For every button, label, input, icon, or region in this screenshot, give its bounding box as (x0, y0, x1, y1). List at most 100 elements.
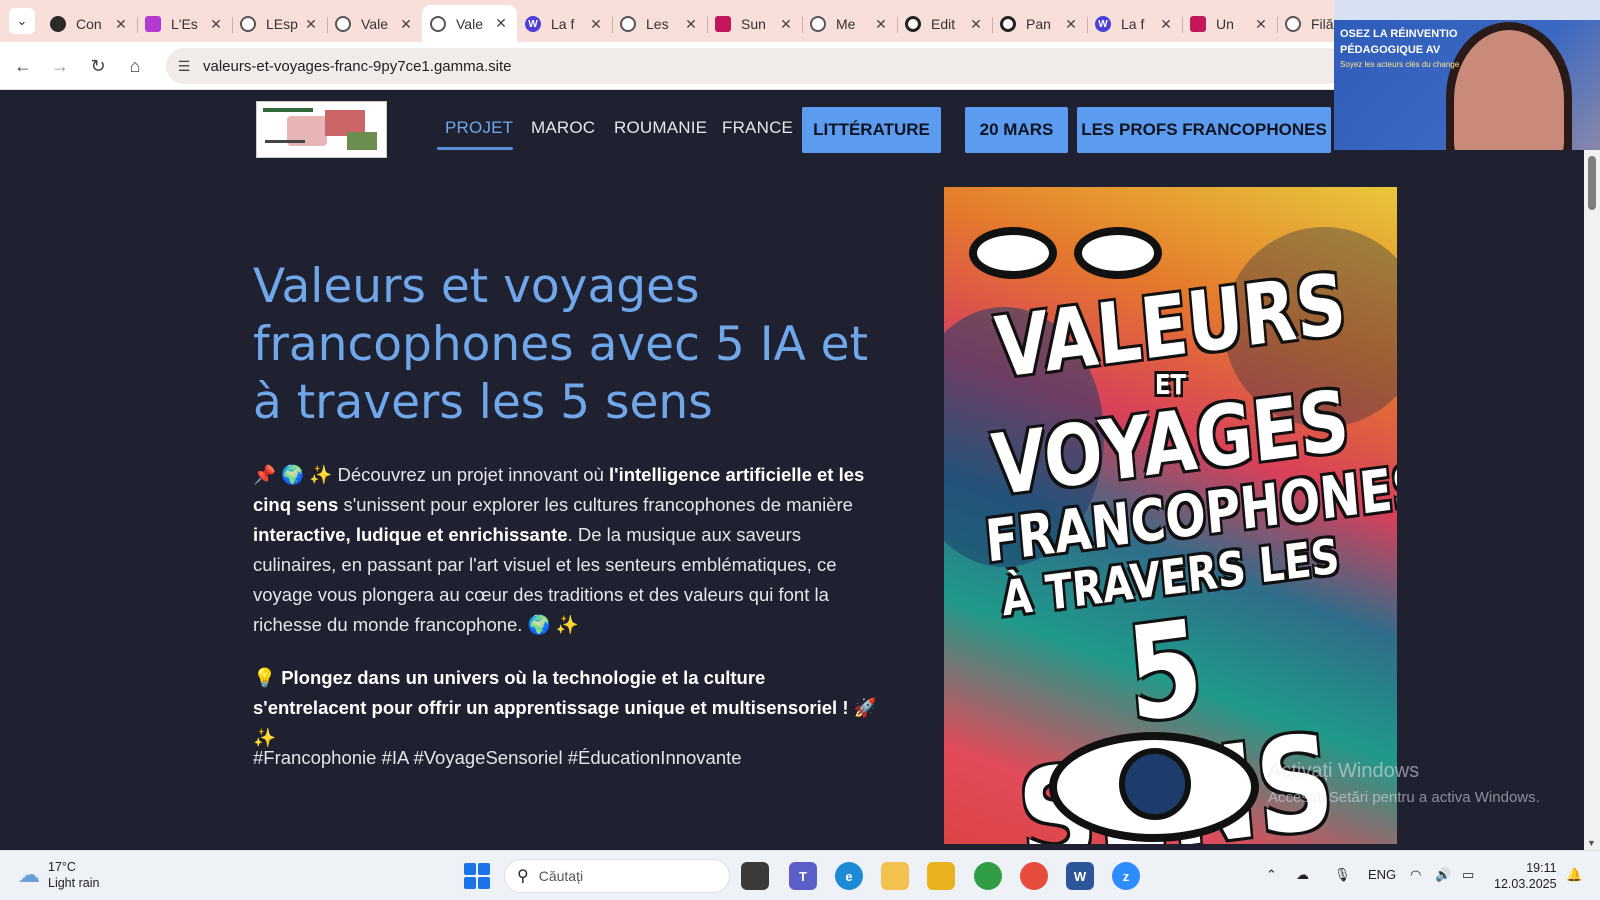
close-icon[interactable]: ✕ (968, 16, 984, 33)
close-icon[interactable]: ✕ (1158, 16, 1174, 33)
tab-13[interactable]: Un ✕ (1182, 8, 1277, 40)
chevron-down-icon: ⌄ (16, 13, 28, 28)
logo-shape (347, 132, 377, 150)
word-icon[interactable]: W (1066, 862, 1094, 890)
microphone-icon[interactable]: 🎙 (1334, 867, 1351, 883)
tab-title: Vale (456, 15, 483, 32)
tab-7[interactable]: Les ✕ (612, 8, 707, 40)
tab-5-active[interactable]: Vale ✕ (422, 5, 517, 42)
chrome-icon[interactable] (974, 862, 1002, 890)
edge-icon[interactable]: e (835, 862, 863, 890)
scroll-down-arrow-icon[interactable]: ▼ (1587, 838, 1596, 848)
eye-iris (1119, 748, 1191, 820)
weather-temperature: 17°C (48, 860, 76, 874)
tab-3[interactable]: LEsp ✕ (232, 8, 327, 40)
nav-maroc[interactable]: MAROC (531, 118, 595, 138)
tab-10[interactable]: Edit ✕ (897, 8, 992, 40)
battery-icon[interactable]: ▭ (1462, 867, 1474, 883)
close-icon[interactable]: ✕ (208, 16, 224, 33)
nav-roumanie[interactable]: ROUMANIE (614, 118, 707, 138)
tab-6[interactable]: W La f ✕ (517, 8, 612, 40)
overlay-subtitle: Soyez les acteurs clés du change (1340, 60, 1460, 69)
lightbulb-icon: 💡 (253, 667, 282, 688)
arrow-left-icon: ← (14, 55, 32, 76)
windows-logo-icon (464, 863, 476, 875)
app-icon[interactable] (927, 862, 955, 890)
url-text[interactable]: valeurs-et-voyages-franc-9py7ce1.gamma.s… (203, 58, 511, 75)
chevron-up-icon[interactable]: ⌃ (1266, 867, 1277, 883)
chrome-icon[interactable] (1020, 862, 1048, 890)
nav-20-mars-button[interactable]: 20 MARS (965, 107, 1068, 153)
home-button[interactable]: ⌂ (121, 52, 149, 80)
close-icon[interactable]: ✕ (778, 16, 794, 33)
intro-bold-2: interactive, ludique et enrichissante (253, 524, 568, 545)
close-icon[interactable]: ✕ (1063, 16, 1079, 33)
speaker-icon[interactable]: 🔊 (1435, 867, 1451, 883)
site-logo[interactable] (256, 101, 387, 158)
close-icon[interactable]: ✕ (588, 16, 604, 33)
tab-title: Con (76, 16, 102, 32)
tab-title: Les (646, 16, 669, 32)
logo-shape (263, 108, 313, 112)
search-icon: ⚲ (517, 868, 529, 885)
tab-1[interactable]: Con ✕ (42, 8, 137, 40)
close-icon[interactable]: ✕ (303, 16, 319, 33)
logo-shape (265, 140, 305, 143)
close-icon[interactable]: ✕ (683, 16, 699, 33)
start-button[interactable] (464, 863, 490, 889)
overlay-title-line: OSEZ LA RÉINVENTIO (1340, 28, 1458, 40)
nav-active-indicator (437, 147, 513, 150)
zoom-icon[interactable]: z (1112, 862, 1140, 890)
tab-title: La f (1121, 16, 1145, 32)
glasses-lens (969, 227, 1057, 279)
close-icon[interactable]: ✕ (493, 15, 509, 32)
tab-search-button[interactable]: ⌄ (9, 8, 35, 34)
tab-8[interactable]: Sun ✕ (707, 8, 802, 40)
intro-mid: s'unissent pour explorer les cultures fr… (338, 494, 853, 515)
windows-activation-watermark: Activați Windows Accesați Setări pentru … (1268, 760, 1540, 806)
tab-list: Con ✕ L'Es ✕ LEsp ✕ Vale ✕ Vale ✕ W La f ✕ Les ✕… (42, 5, 1372, 42)
system-clock[interactable]: 19:11 12.03.2025 (1494, 860, 1557, 892)
close-icon[interactable]: ✕ (1253, 16, 1269, 33)
video-call-overlay[interactable]: OSEZ LA RÉINVENTIO PÉDAGOGIQUE AV Soyez … (1334, 0, 1600, 150)
nav-litterature-button[interactable]: LITTÉRATURE (802, 107, 941, 153)
tab-11[interactable]: Pan ✕ (992, 8, 1087, 40)
cloud-icon[interactable]: ☁ (1296, 867, 1309, 883)
wifi-icon[interactable]: ◠ (1410, 867, 1421, 883)
task-view-icon[interactable] (741, 862, 769, 890)
globe-icon (240, 16, 256, 32)
globe-icon (430, 15, 446, 32)
tab-title: Sun (741, 16, 766, 32)
glasses-icon (969, 227, 1169, 283)
teams-icon[interactable]: T (789, 862, 817, 890)
nav-profs-francophones-button[interactable]: LES PROFS FRANCOPHONES (1077, 107, 1331, 153)
scroll-thumb[interactable] (1588, 156, 1596, 210)
wordpress-icon: W (525, 16, 541, 32)
address-bar[interactable]: ☰ valeurs-et-voyages-franc-9py7ce1.gamma… (166, 48, 1346, 84)
nav-france[interactable]: FRANCE (722, 118, 793, 138)
file-explorer-icon[interactable] (881, 862, 909, 890)
tab-2[interactable]: L'Es ✕ (137, 8, 232, 40)
close-icon[interactable]: ✕ (398, 16, 414, 33)
notification-bell-icon[interactable]: 🔔 (1566, 867, 1582, 883)
nav-projet[interactable]: PROJET (445, 118, 513, 138)
intro-paragraph: 📌 🌍 ✨ Découvrez un projet innovant où l'… (253, 460, 883, 640)
tab-12[interactable]: W La f ✕ (1087, 8, 1182, 40)
tab-9[interactable]: Me ✕ (802, 8, 897, 40)
reload-button[interactable]: ↻ (84, 52, 112, 80)
tune-icon: ☰ (177, 57, 191, 74)
taskbar-search[interactable]: ⚲ Căutați (504, 859, 730, 893)
back-button[interactable]: ← (9, 52, 37, 80)
close-icon[interactable]: ✕ (873, 16, 889, 33)
globe-icon (1285, 16, 1301, 32)
language-indicator[interactable]: ENG (1368, 867, 1396, 882)
close-icon[interactable]: ✕ (113, 16, 129, 33)
tab-title: Vale (361, 16, 388, 32)
tab-title: La f (551, 16, 575, 32)
tab-4[interactable]: Vale ✕ (327, 8, 422, 40)
site-info-button[interactable]: ☰ (170, 52, 198, 80)
c-icon (1000, 16, 1016, 32)
page-scrollbar[interactable]: ▲ ▼ (1584, 90, 1600, 850)
weather-widget[interactable]: ☁ 17°C Light rain (18, 859, 99, 891)
forward-button[interactable]: → (46, 52, 74, 80)
